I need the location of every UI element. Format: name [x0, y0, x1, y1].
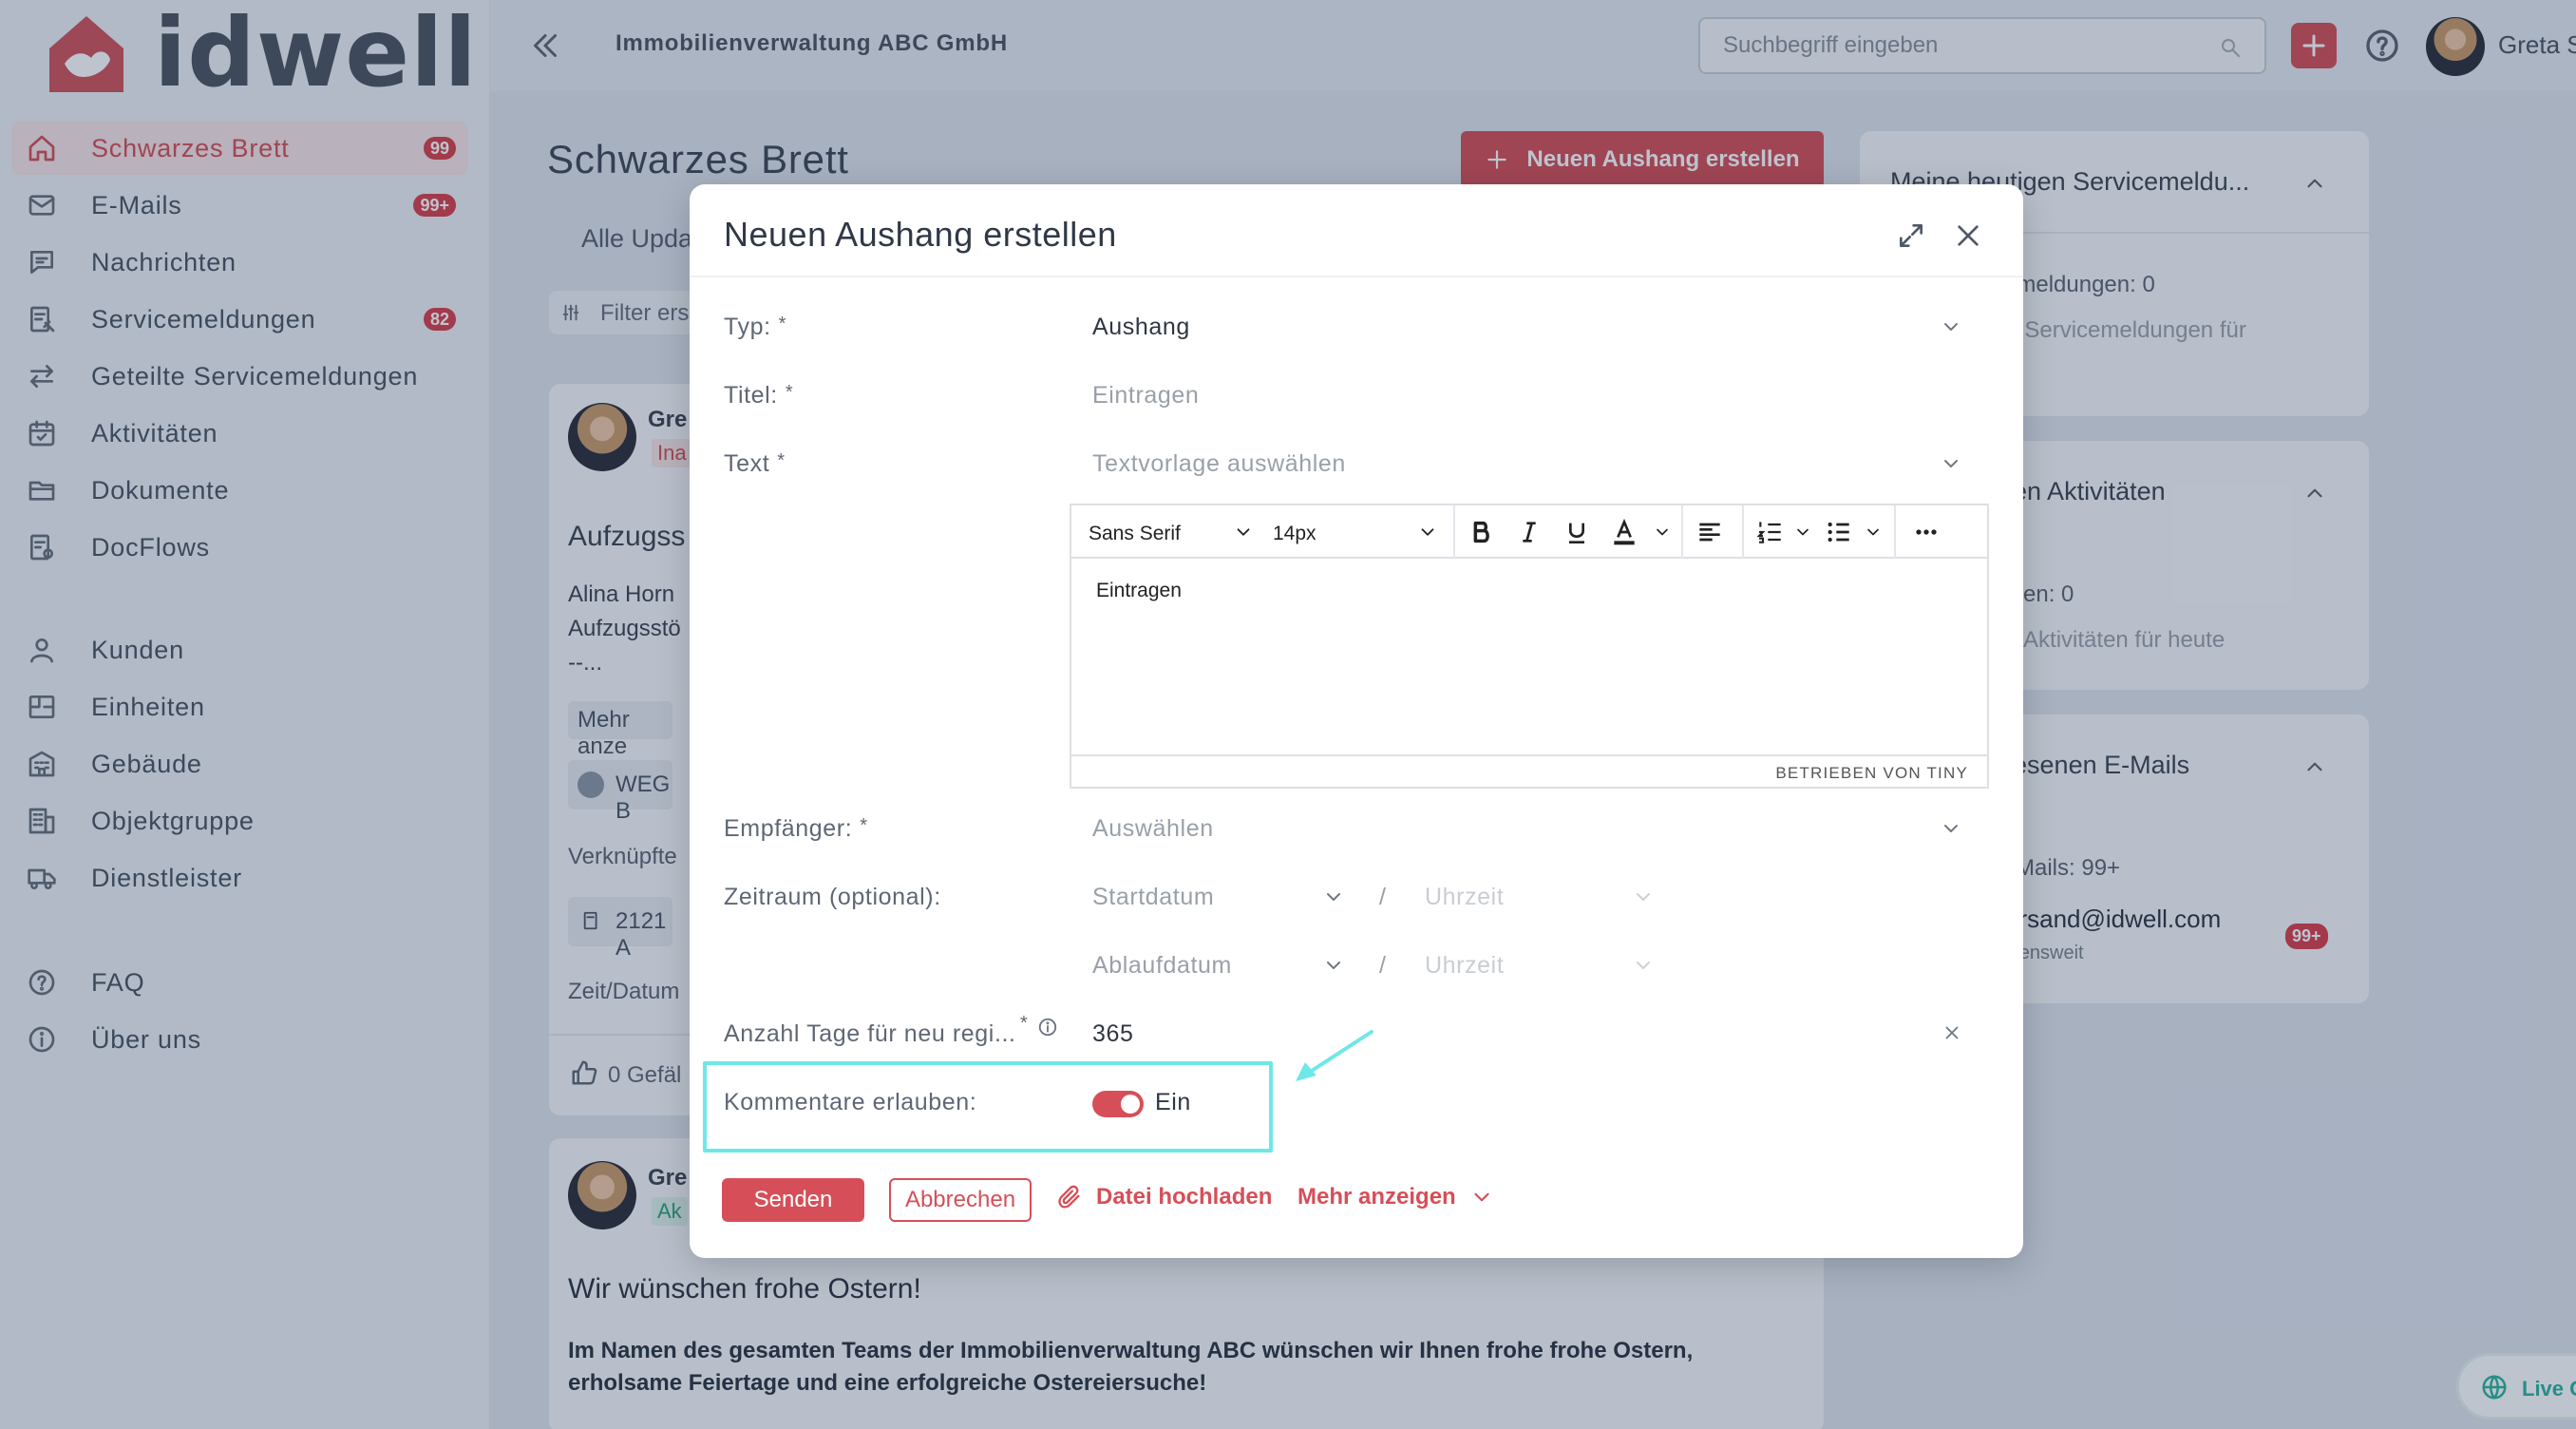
- template-select[interactable]: Textvorlage auswählen: [1092, 450, 1346, 478]
- toolbar-separator: [1894, 505, 1896, 559]
- days-label-text: Anzahl Tage für neu regi...: [724, 1020, 1016, 1047]
- start-time-select[interactable]: Uhrzeit: [1425, 884, 1504, 911]
- period-label: Zeitraum (optional):: [724, 884, 941, 910]
- required-mark: *: [785, 382, 794, 403]
- font-size-value: 14px: [1273, 523, 1316, 544]
- required-mark: *: [860, 815, 868, 836]
- upload-file-button[interactable]: Datei hochladen: [1056, 1184, 1272, 1210]
- dialog-divider: [690, 276, 2023, 277]
- toolbar-separator: [1681, 505, 1683, 559]
- close-icon[interactable]: [1953, 220, 1983, 251]
- end-date-select[interactable]: Ablaufdatum: [1092, 952, 1232, 980]
- italic-icon[interactable]: [1514, 517, 1544, 547]
- days-label: Anzahl Tage für neu regi...: [724, 1020, 1016, 1048]
- text-label-text: Text: [724, 450, 770, 477]
- font-size-select[interactable]: 14px: [1273, 517, 1406, 547]
- toolbar-separator: [1453, 505, 1455, 559]
- type-select[interactable]: Aushang: [1092, 314, 1190, 341]
- editor-toolbar: Sans Serif 14px: [1071, 505, 1987, 559]
- show-more-options-button[interactable]: Mehr anzeigen: [1297, 1184, 1494, 1210]
- font-family-value: Sans Serif: [1089, 523, 1181, 544]
- paperclip-icon: [1058, 1185, 1080, 1209]
- send-button[interactable]: Senden: [722, 1178, 864, 1222]
- end-time-select[interactable]: Uhrzeit: [1425, 952, 1504, 980]
- editor-body[interactable]: Eintragen: [1096, 580, 1182, 602]
- chevron-down-icon[interactable]: [1322, 954, 1345, 977]
- required-mark: *: [778, 314, 787, 334]
- align-left-icon[interactable]: [1695, 517, 1725, 547]
- toolbar-separator: [1742, 505, 1744, 559]
- bold-icon[interactable]: [1467, 517, 1497, 547]
- chevron-down-icon[interactable]: [1940, 817, 1962, 840]
- start-date-select[interactable]: Startdatum: [1092, 884, 1214, 911]
- chevron-down-icon[interactable]: [1864, 523, 1883, 542]
- chevron-down-icon[interactable]: [1940, 452, 1962, 475]
- chevron-down-icon[interactable]: [1793, 523, 1812, 542]
- type-label: Typ: *: [724, 314, 786, 341]
- upload-file-label: Datei hochladen: [1096, 1184, 1273, 1210]
- show-more-label: Mehr anzeigen: [1297, 1184, 1456, 1210]
- text-color-icon[interactable]: [1609, 517, 1639, 547]
- clear-icon[interactable]: [1941, 1022, 1962, 1043]
- rich-text-editor: Sans Serif 14px Eintragen BETRIEBEN VON …: [1070, 504, 1989, 789]
- numbered-list-icon[interactable]: [1755, 517, 1786, 547]
- editor-statusbar: BETRIEBEN VON TINY: [1071, 754, 1987, 787]
- days-input[interactable]: 365: [1092, 1020, 1134, 1048]
- chevron-down-icon[interactable]: [1417, 522, 1438, 543]
- chevron-down-icon[interactable]: [1632, 886, 1655, 908]
- info-icon[interactable]: [1037, 1017, 1058, 1038]
- highlight-box: [703, 1061, 1273, 1153]
- dialog-title: Neuen Aushang erstellen: [724, 215, 1117, 254]
- chevron-down-icon[interactable]: [1653, 523, 1672, 542]
- recipient-select[interactable]: Auswählen: [1092, 815, 1214, 843]
- recipient-label: Empfänger: *: [724, 815, 868, 843]
- title-label: Titel: *: [724, 382, 793, 410]
- font-family-select[interactable]: Sans Serif: [1089, 517, 1250, 547]
- cancel-button[interactable]: Abbrechen: [889, 1178, 1032, 1222]
- required-mark: *: [777, 450, 786, 471]
- title-label-text: Titel:: [724, 382, 778, 409]
- chevron-down-icon[interactable]: [1940, 315, 1962, 338]
- expand-icon[interactable]: [1896, 220, 1926, 251]
- text-label: Text *: [724, 450, 786, 478]
- chevron-down-icon[interactable]: [1632, 954, 1655, 977]
- more-options-icon[interactable]: [1911, 517, 1941, 547]
- chevron-down-icon[interactable]: [1322, 886, 1345, 908]
- underline-icon[interactable]: [1562, 517, 1592, 547]
- chevron-down-icon[interactable]: [1233, 522, 1254, 543]
- chevron-down-icon: [1474, 1192, 1489, 1202]
- pointer-arrow: [1296, 1030, 1373, 1081]
- date-separator: /: [1379, 884, 1387, 910]
- date-separator: /: [1379, 952, 1387, 979]
- required-mark: *: [1020, 1013, 1029, 1034]
- recipient-label-text: Empfänger:: [724, 815, 853, 842]
- title-input[interactable]: Eintragen: [1092, 382, 1199, 410]
- type-label-text: Typ:: [724, 314, 771, 340]
- bullet-list-icon[interactable]: [1824, 517, 1854, 547]
